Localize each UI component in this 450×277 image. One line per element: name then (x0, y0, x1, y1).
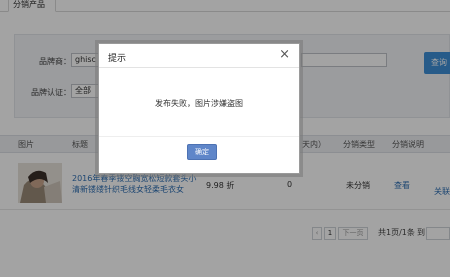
dialog-divider (99, 136, 299, 137)
dialog-message: 发布失败，图片涉嫌盗图 (155, 99, 243, 108)
dialog-title: 提示 (108, 54, 127, 64)
close-icon[interactable]: × (279, 48, 290, 62)
alert-dialog: 提示 × 发布失败，图片涉嫌盗图 确定 (98, 43, 300, 174)
dialog-header: 提示 × (99, 44, 299, 68)
ok-button[interactable]: 确定 (187, 144, 217, 160)
